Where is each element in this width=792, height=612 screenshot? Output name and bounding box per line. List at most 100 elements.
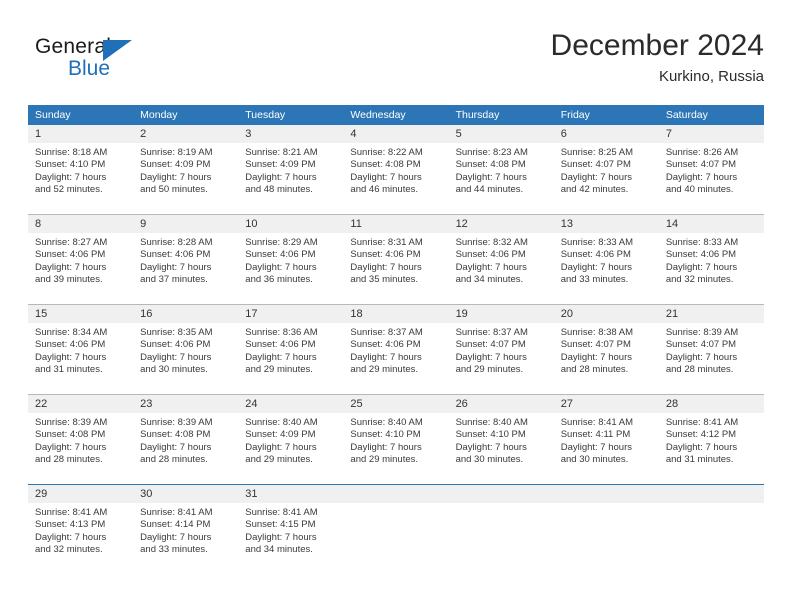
day-cell[interactable]: 7 Sunrise: 8:26 AM Sunset: 4:07 PM Daylight… bbox=[658, 125, 764, 214]
daylight-text-line2: and 29 minutes. bbox=[350, 453, 419, 465]
daylight-text-line2: and 30 minutes. bbox=[455, 453, 524, 465]
sunset-text: Sunset: 4:09 PM bbox=[140, 159, 211, 171]
day-cell[interactable]: 18 Sunrise: 8:37 AM Sunset: 4:06 PM Dayligh… bbox=[343, 305, 449, 394]
sunrise-text: Sunrise: 8:27 AM bbox=[35, 237, 108, 248]
day-cell[interactable]: 28 Sunrise: 8:41 AM Sunset: 4:12 PM Dayligh… bbox=[658, 395, 764, 484]
sunset-text: Sunset: 4:08 PM bbox=[140, 429, 211, 441]
day-cell[interactable]: 16 Sunrise: 8:35 AM Sunset: 4:06 PM Dayligh… bbox=[133, 305, 239, 394]
sunset-text: Sunset: 4:10 PM bbox=[350, 429, 421, 441]
day-cell[interactable]: 14 Sunrise: 8:33 AM Sunset: 4:06 PM Dayligh… bbox=[658, 215, 764, 304]
daylight-text-line2: and 50 minutes. bbox=[140, 183, 208, 195]
sunrise-text: Sunrise: 8:23 AM bbox=[455, 147, 528, 158]
day-cell[interactable]: 17 Sunrise: 8:36 AM Sunset: 4:06 PM Dayligh… bbox=[238, 305, 344, 394]
sunset-text: Sunset: 4:07 PM bbox=[560, 159, 631, 171]
day-number: 5 bbox=[448, 125, 554, 143]
daylight-text-line2: and 37 minutes. bbox=[140, 273, 208, 285]
day-number: 13 bbox=[553, 215, 659, 233]
day-cell[interactable]: 24 Sunrise: 8:40 AM Sunset: 4:09 PM Dayligh… bbox=[238, 395, 344, 484]
weekday-header-monday: Monday bbox=[140, 109, 178, 121]
daylight-text-line2: and 33 minutes. bbox=[140, 543, 208, 555]
day-cell[interactable]: 12 Sunrise: 8:32 AM Sunset: 4:06 PM Dayligh… bbox=[448, 215, 554, 304]
sunrise-text: Sunrise: 8:26 AM bbox=[665, 147, 739, 158]
sunrise-text: Sunrise: 8:38 AM bbox=[560, 327, 634, 338]
day-cell[interactable]: 31 Sunrise: 8:41 AM Sunset: 4:15 PM Dayligh… bbox=[238, 485, 344, 574]
day-details: Sunrise: 8:40 AM Sunset: 4:09 PM Daylight:… bbox=[238, 413, 343, 466]
daylight-text-line1: Daylight: 7 hours bbox=[245, 351, 317, 363]
sunset-text: Sunset: 4:07 PM bbox=[665, 159, 737, 171]
calendar-page: General Blue December 2024 Kurkino, Russ… bbox=[0, 0, 792, 612]
day-cell[interactable]: 3 Sunrise: 8:21 AM Sunset: 4:09 PM Daylight… bbox=[238, 125, 344, 214]
daylight-text-line2: and 40 minutes. bbox=[665, 183, 734, 195]
daylight-text-line1: Daylight: 7 hours bbox=[245, 261, 317, 273]
title-block: December 2024 Kurkino, Russia bbox=[551, 28, 764, 88]
daylight-text-line1: Daylight: 7 hours bbox=[665, 261, 738, 273]
day-cell[interactable]: 26 Sunrise: 8:40 AM Sunset: 4:10 PM Dayligh… bbox=[448, 395, 554, 484]
day-number: 21 bbox=[658, 305, 764, 323]
daylight-text-line1: Daylight: 7 hours bbox=[455, 351, 527, 363]
day-details: Sunrise: 8:39 AM Sunset: 4:08 PM Daylight:… bbox=[28, 413, 133, 466]
day-cell[interactable]: 21 Sunrise: 8:39 AM Sunset: 4:07 PM Dayligh… bbox=[658, 305, 764, 394]
day-cell[interactable]: 25 Sunrise: 8:40 AM Sunset: 4:10 PM Dayligh… bbox=[343, 395, 449, 484]
day-details: Sunrise: 8:33 AM Sunset: 4:06 PM Daylight:… bbox=[659, 233, 764, 286]
sunset-text: Sunset: 4:06 PM bbox=[455, 249, 526, 261]
sunrise-text: Sunrise: 8:40 AM bbox=[245, 417, 318, 428]
weekday-header-thursday: Thursday bbox=[455, 109, 500, 121]
daylight-text-line1: Daylight: 7 hours bbox=[350, 171, 422, 183]
day-details: Sunrise: 8:41 AM Sunset: 4:12 PM Daylight:… bbox=[659, 413, 764, 466]
day-number bbox=[553, 485, 659, 503]
day-number: 19 bbox=[448, 305, 554, 323]
day-cell[interactable]: 10 Sunrise: 8:29 AM Sunset: 4:06 PM Dayligh… bbox=[238, 215, 344, 304]
day-cell[interactable]: 30 Sunrise: 8:41 AM Sunset: 4:14 PM Dayligh… bbox=[133, 485, 239, 574]
day-cell[interactable]: 4 Sunrise: 8:22 AM Sunset: 4:08 PM Daylight… bbox=[343, 125, 449, 214]
daylight-text-line2: and 29 minutes. bbox=[245, 453, 313, 465]
daylight-text-line1: Daylight: 7 hours bbox=[560, 171, 632, 183]
day-cell[interactable]: 20 Sunrise: 8:38 AM Sunset: 4:07 PM Dayligh… bbox=[553, 305, 659, 394]
daylight-text-line1: Daylight: 7 hours bbox=[35, 261, 107, 273]
day-number: 8 bbox=[28, 215, 134, 233]
day-cell[interactable]: 9 Sunrise: 8:28 AM Sunset: 4:06 PM Daylight… bbox=[133, 215, 239, 304]
sunrise-text: Sunrise: 8:19 AM bbox=[140, 147, 213, 158]
sunrise-text: Sunrise: 8:34 AM bbox=[35, 327, 108, 338]
day-number: 3 bbox=[238, 125, 344, 143]
sunset-text: Sunset: 4:06 PM bbox=[35, 249, 106, 261]
day-details: Sunrise: 8:27 AM Sunset: 4:06 PM Daylight:… bbox=[28, 233, 133, 286]
day-number: 2 bbox=[133, 125, 239, 143]
day-cell[interactable]: 6 Sunrise: 8:25 AM Sunset: 4:07 PM Daylight… bbox=[553, 125, 659, 214]
day-cell[interactable]: 1 Sunrise: 8:18 AM Sunset: 4:10 PM Daylight… bbox=[28, 125, 134, 214]
day-cell[interactable]: 27 Sunrise: 8:41 AM Sunset: 4:11 PM Dayligh… bbox=[553, 395, 659, 484]
day-cell[interactable]: 13 Sunrise: 8:33 AM Sunset: 4:06 PM Dayligh… bbox=[553, 215, 659, 304]
daylight-text-line1: Daylight: 7 hours bbox=[35, 171, 107, 183]
day-number: 7 bbox=[658, 125, 764, 143]
day-cell[interactable]: 22 Sunrise: 8:39 AM Sunset: 4:08 PM Dayligh… bbox=[28, 395, 134, 484]
sunrise-text: Sunrise: 8:29 AM bbox=[245, 237, 318, 248]
sunset-text: Sunset: 4:15 PM bbox=[245, 519, 316, 531]
day-details: Sunrise: 8:37 AM Sunset: 4:07 PM Daylight:… bbox=[449, 323, 554, 376]
sunset-text: Sunset: 4:06 PM bbox=[560, 249, 631, 261]
general-blue-logo[interactable]: General Blue bbox=[35, 35, 155, 87]
day-cell[interactable]: 23 Sunrise: 8:39 AM Sunset: 4:08 PM Dayligh… bbox=[133, 395, 239, 484]
daylight-text-line2: and 29 minutes. bbox=[245, 363, 313, 375]
day-details: Sunrise: 8:25 AM Sunset: 4:07 PM Daylight:… bbox=[554, 143, 659, 196]
day-cell[interactable]: 2 Sunrise: 8:19 AM Sunset: 4:09 PM Daylight… bbox=[133, 125, 239, 214]
day-cell[interactable]: 15 Sunrise: 8:34 AM Sunset: 4:06 PM Dayligh… bbox=[28, 305, 134, 394]
daylight-text-line1: Daylight: 7 hours bbox=[140, 171, 212, 183]
day-number bbox=[448, 485, 554, 503]
day-cell[interactable]: 11 Sunrise: 8:31 AM Sunset: 4:06 PM Dayligh… bbox=[343, 215, 449, 304]
sunset-text: Sunset: 4:06 PM bbox=[350, 249, 421, 261]
day-cell[interactable]: 8 Sunrise: 8:27 AM Sunset: 4:06 PM Daylight… bbox=[28, 215, 134, 304]
day-cell[interactable]: 19 Sunrise: 8:37 AM Sunset: 4:07 PM Dayligh… bbox=[448, 305, 554, 394]
day-details: Sunrise: 8:38 AM Sunset: 4:07 PM Daylight:… bbox=[554, 323, 659, 376]
week-row: 22 Sunrise: 8:39 AM Sunset: 4:08 PM Dayligh… bbox=[28, 394, 764, 484]
daylight-text-line1: Daylight: 7 hours bbox=[140, 351, 212, 363]
daylight-text-line2: and 46 minutes. bbox=[350, 183, 419, 195]
day-details: Sunrise: 8:40 AM Sunset: 4:10 PM Daylight:… bbox=[449, 413, 554, 466]
daylight-text-line2: and 32 minutes. bbox=[665, 273, 734, 285]
day-details: Sunrise: 8:35 AM Sunset: 4:06 PM Daylight:… bbox=[133, 323, 238, 376]
daylight-text-line1: Daylight: 7 hours bbox=[245, 441, 317, 453]
week-row: 15 Sunrise: 8:34 AM Sunset: 4:06 PM Dayligh… bbox=[28, 304, 764, 394]
day-cell[interactable]: 29 Sunrise: 8:41 AM Sunset: 4:13 PM Dayligh… bbox=[28, 485, 134, 574]
day-cell[interactable]: 5 Sunrise: 8:23 AM Sunset: 4:08 PM Daylight… bbox=[448, 125, 554, 214]
daylight-text-line2: and 31 minutes. bbox=[35, 363, 103, 375]
daylight-text-line1: Daylight: 7 hours bbox=[455, 261, 527, 273]
daylight-text-line1: Daylight: 7 hours bbox=[665, 351, 738, 363]
